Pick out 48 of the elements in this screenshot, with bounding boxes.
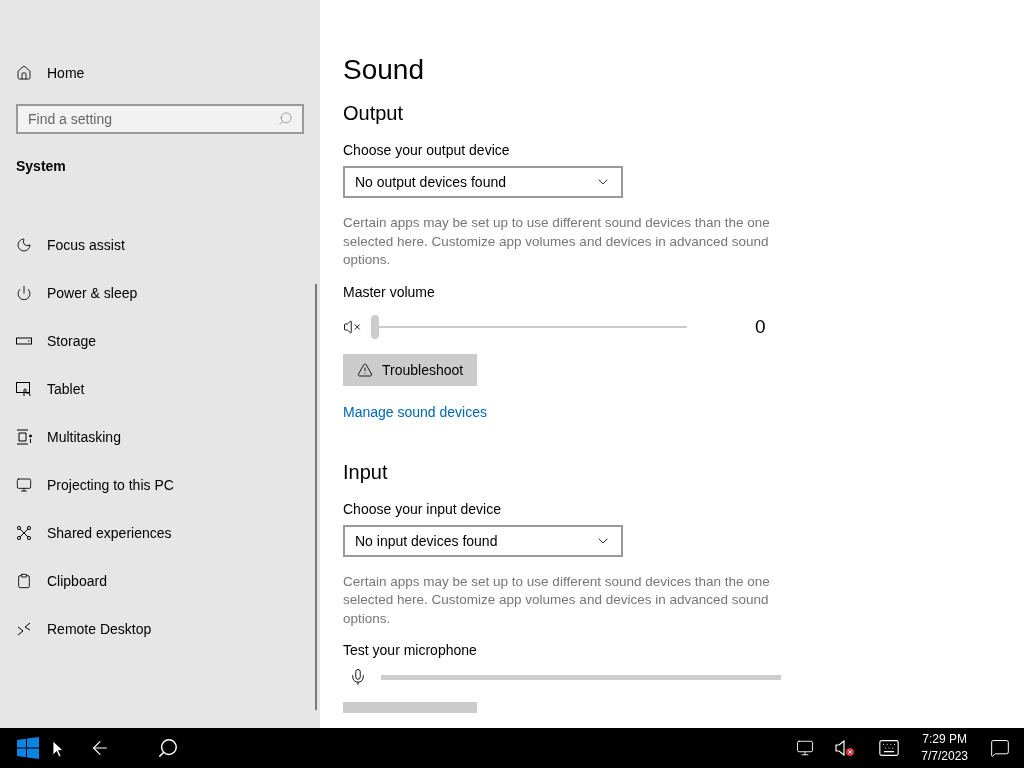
search-field[interactable]: Find a setting: [16, 104, 304, 134]
nav-item[interactable]: Tablet: [16, 365, 304, 413]
monitor-icon: [16, 477, 32, 493]
network-nodes-icon: [16, 525, 32, 541]
speaker-error-icon: [835, 739, 856, 757]
nav-item[interactable]: Clipboard: [16, 557, 304, 605]
mouse-cursor-icon: [52, 740, 64, 758]
keyboard-icon: [878, 737, 901, 759]
scrollbar[interactable]: [315, 284, 317, 710]
power-icon: [16, 285, 32, 301]
slider-thumb[interactable]: [371, 314, 379, 339]
volume-value: 0: [755, 315, 766, 338]
section-heading: Output: [343, 102, 405, 126]
moon-icon: [16, 237, 32, 253]
section-heading: Input: [343, 460, 389, 485]
microphone-icon: [349, 668, 367, 686]
clock[interactable]: 7:29 PM 7/7/2023: [913, 731, 976, 765]
section-title: System: [16, 158, 67, 176]
description-text: Certain apps may be set up to use different sound devices than the one selected here. Customize app volumes and devices in advanced sound options.: [343, 572, 771, 628]
muted-speaker-icon: [343, 317, 361, 336]
field-label: Master volume: [343, 283, 436, 300]
nav-item[interactable]: Power & sleep: [16, 269, 304, 317]
field-label: Test your microphone: [343, 642, 478, 658]
nav-item[interactable]: Projecting to this PC: [16, 461, 304, 509]
nav-item[interactable]: Focus assist: [16, 221, 304, 269]
remote-desktop-icon: [16, 621, 32, 637]
search-icon: [157, 737, 179, 759]
warning-icon: [357, 361, 373, 378]
nav-item[interactable]: Storage: [16, 317, 304, 365]
field-label: Choose your input device: [343, 500, 502, 517]
multitasking-icon: [16, 429, 32, 445]
clipboard-icon: [16, 573, 32, 589]
field-label: Choose your output device: [343, 142, 511, 158]
manage-devices-link[interactable]: Manage sound devices: [343, 403, 487, 420]
nav-item[interactable]: Shared experiences: [16, 509, 304, 557]
description-text: Certain apps may be set up to use different sound devices than the one selected here. Customize app volumes and devices in advanced sound options.: [343, 214, 771, 269]
dropdown[interactable]: No output devices found: [343, 166, 623, 198]
nav-item[interactable]: Multitasking: [16, 413, 304, 461]
page-title: Sound: [343, 54, 425, 87]
windows-logo-icon: [17, 737, 39, 759]
message-icon: [990, 738, 1010, 758]
troubleshoot-button[interactable]: Troubleshoot: [343, 353, 478, 386]
search-icon: [278, 111, 294, 127]
network-monitor-icon: [796, 739, 815, 757]
home-icon: [16, 65, 32, 81]
dropdown[interactable]: No input devices found: [343, 524, 623, 557]
nav-item[interactable]: Remote Desktop: [16, 605, 304, 653]
home-link[interactable]: Home: [16, 62, 304, 84]
